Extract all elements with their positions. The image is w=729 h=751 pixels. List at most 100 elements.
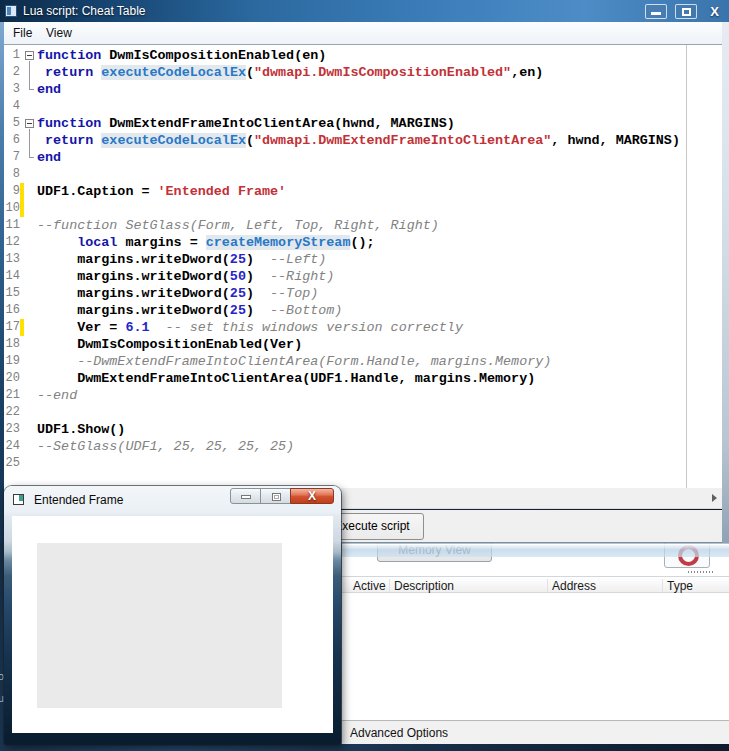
code-line[interactable]: 7end	[4, 149, 722, 166]
code-text: margins.writeDword(25) --Left)	[37, 251, 326, 268]
code-line[interactable]: 25	[4, 455, 722, 472]
window-title: Lua script: Cheat Table	[23, 4, 146, 18]
minimize-button[interactable]	[230, 488, 261, 504]
window-title: Entended Frame	[34, 493, 123, 507]
close-button[interactable]: X	[703, 4, 726, 19]
code-line[interactable]: 11--function SetGlass(Form, Left, Top, R…	[4, 217, 722, 234]
fold-marker[interactable]	[25, 119, 34, 128]
code-text: --DwmExtendFrameIntoClientArea(Form.Hand…	[37, 353, 551, 370]
line-number: 13	[4, 252, 20, 266]
code-text: margins.writeDword(50) --Right)	[37, 268, 334, 285]
code-text: return executeCodeLocalEx("dwmapi.DwmIsC…	[37, 64, 543, 81]
column-header-active[interactable]: Active	[353, 579, 386, 593]
fold-line	[29, 132, 30, 149]
change-marker	[20, 183, 24, 200]
code-line[interactable]: 8	[4, 166, 722, 183]
window-border-right	[722, 22, 729, 543]
code-line[interactable]: 15 margins.writeDword(25) --Top)	[4, 285, 722, 302]
lua-script-window: Lua script: Cheat Table X File View 1 fun…	[0, 0, 729, 543]
line-number: 20	[4, 371, 20, 385]
code-line[interactable]: 14 margins.writeDword(50) --Right)	[4, 268, 722, 285]
code-text: end	[37, 81, 61, 98]
code-text: DwmExtendFrameIntoClientArea(UDF1.Handle…	[37, 370, 535, 387]
code-text: UDF1.Show()	[37, 421, 125, 438]
code-line[interactable]: 24 --SetGlass(UDF1, 25, 25, 25, 25)	[4, 438, 722, 455]
code-line[interactable]: 13 margins.writeDword(25) --Left)	[4, 251, 722, 268]
close-button[interactable]: X	[290, 488, 334, 504]
code-line[interactable]: 3 end	[4, 81, 722, 98]
column-separator	[389, 579, 390, 592]
code-editor[interactable]: 1function DwmIsCompositionEnabled(en)2 r…	[4, 45, 722, 488]
line-number: 5	[4, 116, 20, 130]
lua-titlebar[interactable]: Lua script: Cheat Table X	[0, 0, 729, 22]
minimize-icon	[241, 495, 251, 499]
code-line[interactable]: 5 function DwmExtendFrameIntoClientArea(h…	[4, 115, 722, 132]
line-number: 1	[4, 48, 20, 62]
fold-marker[interactable]	[25, 51, 34, 60]
line-number: 4	[4, 99, 20, 113]
line-number: 12	[4, 235, 20, 249]
code-text: function DwmIsCompositionEnabled(en)	[37, 47, 326, 64]
code-line[interactable]: 20 DwmExtendFrameIntoClientArea(UDF1.Han…	[4, 370, 722, 387]
code-text: margins.writeDword(25) --Bottom)	[37, 302, 342, 319]
code-line[interactable]: 10	[4, 200, 722, 217]
close-icon: X	[703, 4, 726, 19]
code-text: local margins = createMemoryStream();	[37, 234, 375, 251]
code-text: end	[37, 149, 61, 166]
line-number: 15	[4, 286, 20, 300]
code-text: Ver = 6.1 -- set this windows version co…	[37, 319, 463, 336]
line-number: 10	[4, 201, 20, 215]
line-number: 8	[4, 167, 20, 181]
maximize-button[interactable]	[260, 488, 291, 504]
code-text: function DwmExtendFrameIntoClientArea(hw…	[37, 115, 455, 132]
menu-bar: File View	[4, 22, 722, 45]
minimize-icon	[651, 12, 661, 15]
minimize-button[interactable]	[645, 4, 667, 19]
code-text: --SetGlass(UDF1, 25, 25, 25, 25)	[37, 438, 294, 455]
address-list-header: Active Description Address Type	[342, 576, 729, 593]
menu-file[interactable]: File	[13, 26, 32, 40]
code-text: --end	[37, 387, 77, 404]
line-number: 19	[4, 354, 20, 368]
code-line[interactable]: 18 DwmIsCompositionEnabled(Ver)	[4, 336, 722, 353]
code-line[interactable]: 2 return executeCodeLocalEx("dwmapi.DwmI…	[4, 64, 722, 81]
cheat-engine-main-window: Memory View ActiveDescriptionAddressType…	[341, 543, 729, 744]
line-number: 9	[4, 184, 20, 198]
code-line[interactable]: 21 --end	[4, 387, 722, 404]
code-line[interactable]: 22	[4, 404, 722, 421]
column-header-type[interactable]: Type	[667, 579, 693, 593]
scroll-right-arrow-icon[interactable]	[712, 494, 717, 502]
line-number: 17	[4, 320, 20, 334]
column-header-address[interactable]: Address	[552, 579, 596, 593]
advanced-options-bar[interactable]: Advanced Options	[342, 720, 729, 744]
line-number: 18	[4, 337, 20, 351]
code-line[interactable]: 17 Ver = 6.1 -- set this windows version…	[4, 319, 722, 336]
close-icon: X	[291, 489, 333, 504]
code-line[interactable]: 6 return executeCodeLocalEx("dwmapi.DwmE…	[4, 132, 722, 149]
code-line[interactable]: 19 --DwmExtendFrameIntoClientArea(Form.H…	[4, 353, 722, 370]
code-line[interactable]: 9UDF1.Caption = 'Entended Frame'	[4, 183, 722, 200]
line-number: 21	[4, 388, 20, 402]
code-line[interactable]: 4	[4, 98, 722, 115]
code-line[interactable]: 16 margins.writeDword(25) --Bottom)	[4, 302, 722, 319]
line-number: 23	[4, 422, 20, 436]
line-number: 2	[4, 65, 20, 79]
line-number: 16	[4, 303, 20, 317]
code-line[interactable]: 12 local margins = createMemoryStream();	[4, 234, 722, 251]
column-header-description[interactable]: Description	[394, 579, 454, 593]
code-text: return executeCodeLocalEx("dwmapi.DwmExt…	[37, 132, 680, 149]
maximize-button[interactable]	[675, 4, 697, 19]
window-icon	[5, 5, 17, 17]
code-line[interactable]: 1 function DwmIsCompositionEnabled(en)	[4, 47, 722, 64]
ce-glass-band	[342, 543, 729, 557]
window-client-area	[12, 516, 333, 733]
line-number: 24	[4, 439, 20, 453]
menu-view[interactable]: View	[46, 26, 72, 40]
column-separator	[662, 579, 663, 592]
splitter-handle[interactable]	[688, 571, 715, 573]
line-number: 11	[4, 218, 20, 232]
fold-line-end	[30, 157, 34, 158]
line-number: 3	[4, 82, 20, 96]
maximize-icon	[682, 8, 691, 16]
code-line[interactable]: 23 UDF1.Show()	[4, 421, 722, 438]
